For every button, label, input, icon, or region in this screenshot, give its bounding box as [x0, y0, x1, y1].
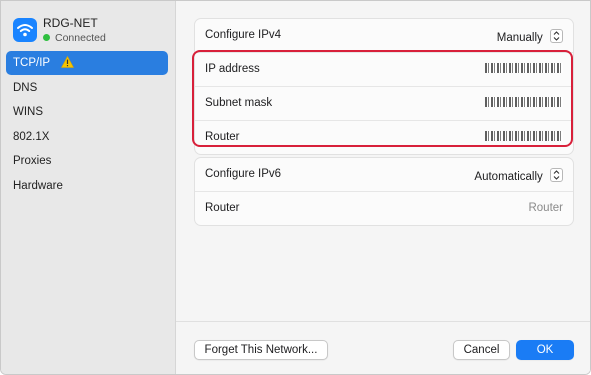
- configure-ipv4-value: Manually: [496, 32, 543, 44]
- sidebar-item-proxies[interactable]: Proxies: [6, 149, 168, 173]
- warning-icon: [61, 53, 75, 77]
- configure-ipv4-popup[interactable]: Manually: [497, 29, 563, 44]
- sidebar-item-dns[interactable]: DNS: [6, 76, 168, 100]
- configure-ipv6-value: Automatically: [474, 171, 543, 183]
- redacted-value: [485, 131, 563, 141]
- sidebar-item-label: WINS: [13, 106, 44, 119]
- main-panel: Configure IPv4 Manually IP address Subne…: [176, 1, 590, 374]
- router-field[interactable]: [485, 131, 563, 143]
- network-name: RDG-NET: [43, 16, 98, 30]
- sidebar-list: TCP/IP DNS WINS 802.1X Proxies Hardware: [6, 51, 168, 199]
- configure-ipv4-label: Configure IPv4: [205, 29, 282, 41]
- redacted-value: [485, 63, 563, 73]
- sidebar-item-wins[interactable]: WINS: [6, 100, 168, 124]
- ipv6-router-label: Router: [205, 202, 240, 214]
- ip-address-field[interactable]: [485, 63, 563, 75]
- sidebar-item-label: Proxies: [13, 155, 52, 168]
- configure-ipv6-row: Configure IPv6 Automatically: [195, 158, 573, 192]
- sidebar-item-hardware[interactable]: Hardware: [6, 174, 168, 198]
- ip-address-row: IP address: [195, 53, 573, 87]
- ipv4-group: Configure IPv4 Manually IP address Subne…: [194, 18, 574, 155]
- sidebar-item-label: Hardware: [13, 179, 63, 192]
- configure-ipv6-popup[interactable]: Automatically: [474, 168, 563, 183]
- router-row: Router: [195, 121, 573, 154]
- status-dot: [43, 34, 50, 41]
- ip-address-label: IP address: [205, 63, 260, 75]
- ipv6-router-field[interactable]: Router: [528, 202, 563, 214]
- subnet-mask-field[interactable]: [485, 97, 563, 109]
- redacted-value: [485, 97, 563, 107]
- cancel-button[interactable]: Cancel: [453, 340, 510, 360]
- subnet-mask-row: Subnet mask: [195, 87, 573, 121]
- chevron-updown-icon: [550, 168, 563, 182]
- subnet-mask-label: Subnet mask: [205, 97, 273, 109]
- status-text: Connected: [55, 32, 106, 44]
- network-details-window: RDG-NET Connected TCP/IP DNS WINS 802.1X…: [0, 0, 591, 375]
- sidebar-item-tcpip[interactable]: TCP/IP: [6, 51, 168, 75]
- footer-bar: Forget This Network... Cancel OK: [176, 321, 590, 374]
- sidebar: RDG-NET Connected TCP/IP DNS WINS 802.1X…: [1, 1, 176, 374]
- sidebar-item-8021x[interactable]: 802.1X: [6, 125, 168, 149]
- network-header: RDG-NET Connected: [13, 15, 173, 45]
- network-status: Connected: [43, 32, 106, 44]
- configure-ipv4-row: Configure IPv4 Manually: [195, 19, 573, 53]
- chevron-updown-icon: [550, 29, 563, 43]
- configure-ipv6-label: Configure IPv6: [205, 168, 282, 180]
- ipv6-group: Configure IPv6 Automatically Router Rout…: [194, 157, 574, 226]
- sidebar-item-label: 802.1X: [13, 130, 50, 143]
- ok-button[interactable]: OK: [516, 340, 574, 360]
- forget-network-button[interactable]: Forget This Network...: [194, 340, 328, 360]
- sidebar-item-label: TCP/IP: [13, 57, 50, 69]
- ipv6-router-row: Router Router: [195, 192, 573, 225]
- router-label: Router: [205, 131, 240, 143]
- sidebar-item-label: DNS: [13, 81, 38, 94]
- wifi-icon: [13, 18, 37, 42]
